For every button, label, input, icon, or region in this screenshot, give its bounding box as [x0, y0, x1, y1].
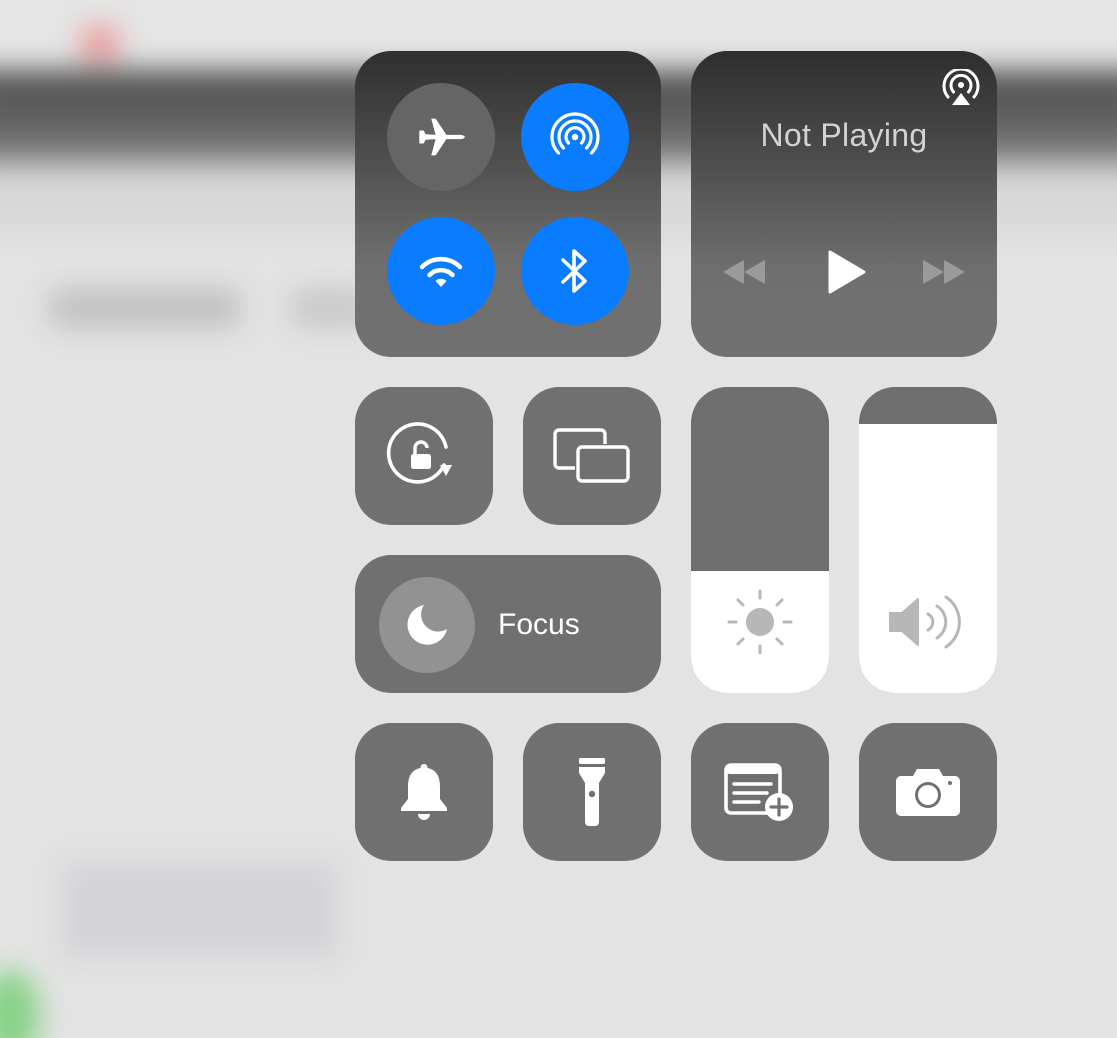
- focus-button[interactable]: Focus: [355, 555, 661, 693]
- focus-icon-circle: [379, 577, 475, 673]
- camera-icon: [896, 769, 960, 816]
- screen-mirroring-button[interactable]: [523, 387, 661, 525]
- airdrop-button[interactable]: [521, 83, 629, 191]
- moon-icon: [407, 605, 447, 645]
- bluetooth-icon: [561, 249, 587, 293]
- airplane-icon: [419, 118, 465, 156]
- rotation-lock-button[interactable]: [355, 387, 493, 525]
- bell-icon: [401, 763, 447, 820]
- focus-label: Focus: [498, 608, 580, 641]
- brightness-slider[interactable]: [691, 387, 829, 693]
- screen-mirroring-icon: [553, 428, 630, 483]
- fast-forward-icon[interactable]: [921, 258, 967, 286]
- rewind-icon[interactable]: [721, 258, 767, 286]
- airplane-mode-button[interactable]: [387, 83, 495, 191]
- play-icon[interactable]: [826, 250, 866, 294]
- sun-icon: [727, 589, 793, 655]
- flashlight-icon: [579, 758, 605, 826]
- speaker-icon: [889, 595, 961, 649]
- quick-note-icon: [724, 763, 793, 821]
- quick-note-button[interactable]: [691, 723, 829, 861]
- silent-mode-button[interactable]: [355, 723, 493, 861]
- flashlight-button[interactable]: [523, 723, 661, 861]
- volume-slider[interactable]: [859, 387, 997, 693]
- now-playing-status: Not Playing: [760, 117, 928, 153]
- rotation-lock-icon: [386, 422, 452, 484]
- wifi-button[interactable]: [387, 217, 495, 325]
- connectivity-module: [355, 51, 661, 357]
- airplay-icon[interactable]: [941, 69, 981, 107]
- wifi-icon: [419, 256, 463, 287]
- airdrop-icon: [550, 112, 600, 155]
- camera-button[interactable]: [859, 723, 997, 861]
- bluetooth-button[interactable]: [521, 217, 629, 325]
- now-playing-module: Not Playing: [691, 51, 997, 357]
